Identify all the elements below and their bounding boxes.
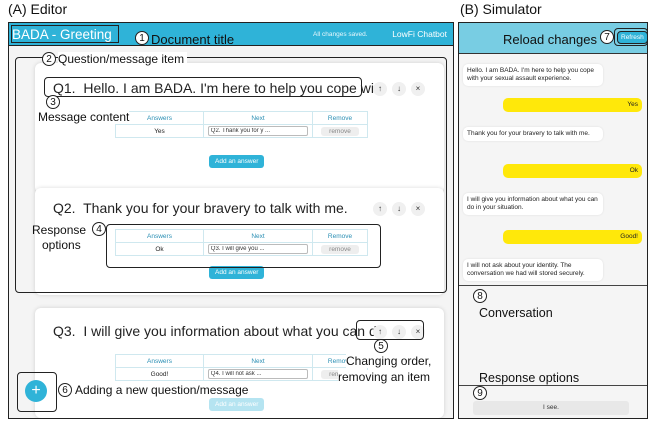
chat-bubble-user: Ok <box>503 164 642 178</box>
annotation-5-label-2: removing an item <box>338 370 431 384</box>
document-title-text: BADA - Greeting <box>12 27 112 42</box>
order-controls-outline <box>356 320 424 340</box>
next-field[interactable] <box>207 369 309 379</box>
simulator-section-label: (B) Simulator <box>460 1 542 17</box>
table-row: Good! remove <box>115 367 368 381</box>
save-status: All changes saved. <box>313 31 368 38</box>
col-next: Next <box>203 354 313 368</box>
annotation-4-label-1: Response <box>32 223 87 237</box>
add-item-button[interactable]: + <box>25 380 47 402</box>
response-options-outline <box>106 224 381 268</box>
annotation-2-marker: 2 <box>42 52 56 66</box>
annotation-9-label: Response options <box>479 371 580 385</box>
annotation-5-label-1: Changing order, <box>346 354 432 368</box>
annotation-4-label-2: options <box>42 238 81 252</box>
annotation-8-marker: 8 <box>473 289 487 303</box>
chat-bubble-bot: Hello. I am BADA. I'm here to help you c… <box>463 64 603 86</box>
question-text-q3[interactable]: Q3. I will give you information about wh… <box>53 323 383 339</box>
refresh-outline <box>614 28 648 46</box>
annotation-6-label: Adding a new question/message <box>75 383 249 397</box>
question-prefix: Q3. <box>53 323 76 339</box>
question-body: I will give you information about what y… <box>83 323 383 339</box>
editor-section-label: (A) Editor <box>8 1 68 17</box>
document-title[interactable]: BADA - Greeting <box>11 25 119 43</box>
reload-changes-label: Reload changes <box>503 32 597 47</box>
chat-bubble-user: Yes <box>503 98 642 112</box>
chat-bubble-bot: Thank you for your bravery to talk with … <box>463 127 603 141</box>
simulator-panel: Reload changes Refresh Hello. I am BADA.… <box>458 22 648 419</box>
app-name: LowFi Chatbot <box>392 29 447 39</box>
col-answers: Answers <box>115 354 204 368</box>
response-option-button[interactable]: I see. <box>473 401 629 415</box>
answer-cell[interactable]: Good! <box>115 367 204 381</box>
conversation-divider <box>459 285 647 286</box>
annotation-3-marker: 3 <box>46 95 60 109</box>
message-content-outline <box>44 77 362 97</box>
response-options-divider <box>459 385 647 386</box>
chat-bubble-user: Good! <box>503 230 642 244</box>
chat-bubble-bot: I will give you information about what y… <box>463 193 603 215</box>
annotation-2-label: Question/message item <box>58 52 188 66</box>
annotation-1-marker: 1 <box>135 31 149 45</box>
annotation-8-label: Conversation <box>479 306 553 320</box>
annotation-9-marker: 9 <box>473 386 487 400</box>
annotation-4-marker: 4 <box>92 222 106 236</box>
annotation-6-marker: 6 <box>58 383 72 397</box>
next-cell <box>203 367 313 381</box>
annotation-3-label: Message content <box>38 110 130 124</box>
annotation-7-marker: 7 <box>600 30 614 44</box>
chat-bubble-bot: I will not ask about your identity. The … <box>463 259 603 281</box>
annotation-1-label: Document title <box>151 32 235 47</box>
answers-table-q3: Answers Next Remove Good! remove <box>115 354 368 381</box>
add-answer-button[interactable]: Add an answer <box>209 398 265 411</box>
annotation-5-marker: 5 <box>374 339 388 353</box>
